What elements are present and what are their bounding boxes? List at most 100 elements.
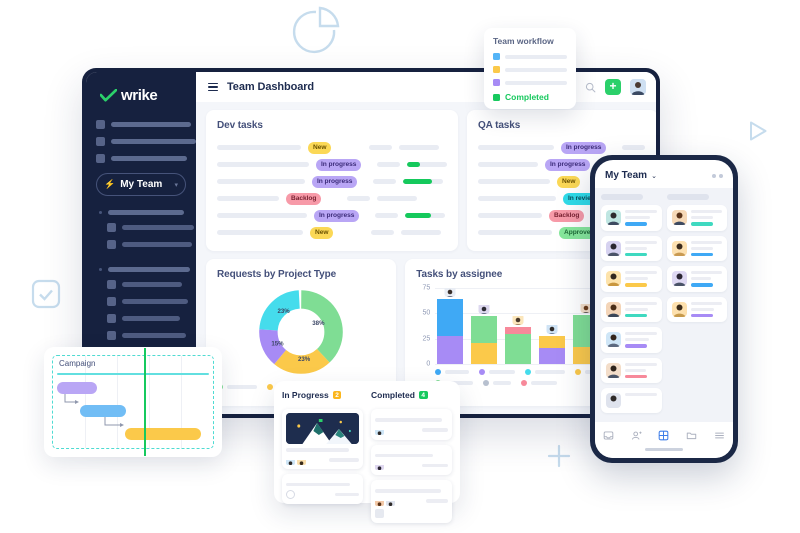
- table-row[interactable]: Backlog: [217, 190, 447, 207]
- folder-icon: [107, 240, 116, 249]
- list-item[interactable]: [601, 266, 662, 292]
- chart-title: Requests by Project Type: [217, 269, 337, 280]
- item-lines: [690, 301, 722, 317]
- list-item[interactable]: [601, 388, 662, 413]
- grid-icon[interactable]: [658, 430, 669, 441]
- bar-column[interactable]: [539, 325, 566, 364]
- item-lines: [625, 210, 657, 226]
- bar-column[interactable]: [471, 305, 498, 364]
- list-item[interactable]: [666, 205, 727, 231]
- workflow-item[interactable]: [493, 53, 567, 60]
- people-icon[interactable]: [631, 430, 642, 441]
- table-row[interactable]: In progress: [217, 156, 447, 173]
- list-item[interactable]: [666, 266, 727, 292]
- table-row[interactable]: In progress: [217, 207, 447, 224]
- gantt-selection-frame: Campaign: [52, 348, 214, 456]
- kanban-column-in-progress: In Progress 2: [282, 390, 363, 504]
- progress-bar: [401, 230, 441, 235]
- list-item[interactable]: [601, 205, 662, 231]
- status-badge[interactable]: In progress: [316, 158, 362, 171]
- table-row[interactable]: New: [217, 224, 447, 241]
- assignee-avatars[interactable]: [286, 456, 359, 465]
- status-badge[interactable]: In progress: [561, 141, 607, 154]
- my-team-selector[interactable]: ⚡ My Team ▾: [96, 173, 186, 196]
- column-header: In Progress 2: [282, 390, 363, 404]
- task-name: [478, 145, 554, 150]
- avatar: [478, 303, 490, 314]
- sidebar-item[interactable]: [96, 280, 186, 289]
- add-button[interactable]: +: [605, 79, 621, 95]
- kanban-task-card[interactable]: [371, 409, 452, 440]
- chevron-down-icon: ▾: [174, 181, 178, 189]
- folder-icon[interactable]: [686, 430, 697, 441]
- inbox-icon[interactable]: [603, 430, 614, 441]
- table-row[interactable]: In progress: [217, 173, 447, 190]
- progress-bar: [405, 213, 445, 218]
- assignee-avatars[interactable]: [375, 461, 448, 470]
- phone-bottom-nav: [595, 422, 733, 448]
- chevron-down-icon[interactable]: ⌄: [651, 172, 657, 180]
- list-item[interactable]: [666, 296, 727, 322]
- phone-header-actions[interactable]: [712, 173, 723, 178]
- phone-title: My Team: [605, 170, 648, 181]
- status-badge[interactable]: In progress: [314, 209, 360, 222]
- popup-title: Team workflow: [493, 36, 554, 46]
- avatar: [671, 301, 687, 317]
- pie-chart-outline-icon: [292, 2, 344, 54]
- list-item[interactable]: [601, 235, 662, 261]
- dev-tasks-title: Dev tasks: [217, 120, 263, 131]
- status-badge[interactable]: Backlog: [286, 192, 322, 205]
- sidebar-item[interactable]: [96, 223, 194, 232]
- sidebar-item[interactable]: [96, 331, 186, 340]
- avatar: [606, 332, 621, 347]
- task-name: [217, 196, 279, 201]
- bar-column[interactable]: [505, 316, 532, 364]
- page-root: wrike ⚡ My Team ▾ Team Dashboard + Dev t…: [0, 0, 800, 533]
- kanban-task-card[interactable]: [282, 473, 363, 504]
- status-badge[interactable]: New: [557, 175, 581, 188]
- list-item[interactable]: [601, 296, 662, 322]
- kanban-card: In Progress 2 Completed 4: [274, 381, 460, 523]
- sidebar-item[interactable]: [96, 314, 186, 323]
- task-name: [217, 179, 305, 184]
- sidebar-item[interactable]: [96, 120, 191, 129]
- avatar[interactable]: [630, 79, 646, 95]
- list-icon[interactable]: [714, 430, 725, 441]
- workflow-item[interactable]: [493, 66, 567, 73]
- kanban-task-card[interactable]: [371, 480, 452, 523]
- mobile-device: My Team ⌄: [590, 155, 738, 463]
- status-badge[interactable]: In progress: [312, 175, 358, 188]
- hamburger-icon[interactable]: [208, 82, 218, 92]
- item-lines: [625, 332, 657, 348]
- assignee-avatars[interactable]: [375, 426, 448, 435]
- sidebar-item[interactable]: [96, 154, 187, 163]
- bar-column[interactable]: [437, 288, 464, 364]
- assignee-avatars[interactable]: [375, 497, 448, 506]
- progress-bar: [403, 179, 443, 184]
- workflow-item[interactable]: [493, 79, 567, 86]
- workflow-item-completed[interactable]: Completed: [493, 92, 567, 102]
- table-row[interactable]: New: [217, 139, 447, 156]
- list-item[interactable]: [601, 327, 662, 353]
- donut-chart: 38% 23% 15% 23%: [217, 288, 385, 379]
- sidebar-item[interactable]: [96, 240, 192, 249]
- status-badge[interactable]: In progress: [545, 158, 591, 171]
- status-badge[interactable]: New: [308, 141, 332, 154]
- kanban-task-card[interactable]: [282, 409, 363, 469]
- kanban-task-card[interactable]: [371, 444, 452, 475]
- sidebar-group-header[interactable]: [96, 210, 186, 215]
- search-icon[interactable]: [585, 82, 596, 93]
- list-item[interactable]: [666, 235, 727, 261]
- list-item[interactable]: [601, 357, 662, 383]
- assignee-avatars[interactable]: [286, 490, 359, 499]
- sidebar-item[interactable]: [96, 297, 188, 306]
- status-badge[interactable]: New: [310, 226, 334, 239]
- qa-tasks-title: QA tasks: [478, 120, 521, 131]
- phone-board[interactable]: [595, 188, 733, 422]
- table-row[interactable]: In progress: [478, 139, 647, 156]
- sidebar-group-header[interactable]: [96, 267, 190, 272]
- legend-item: [435, 369, 470, 375]
- task-name: [217, 145, 301, 150]
- sidebar-item[interactable]: [96, 137, 196, 146]
- status-badge[interactable]: Backlog: [549, 209, 585, 222]
